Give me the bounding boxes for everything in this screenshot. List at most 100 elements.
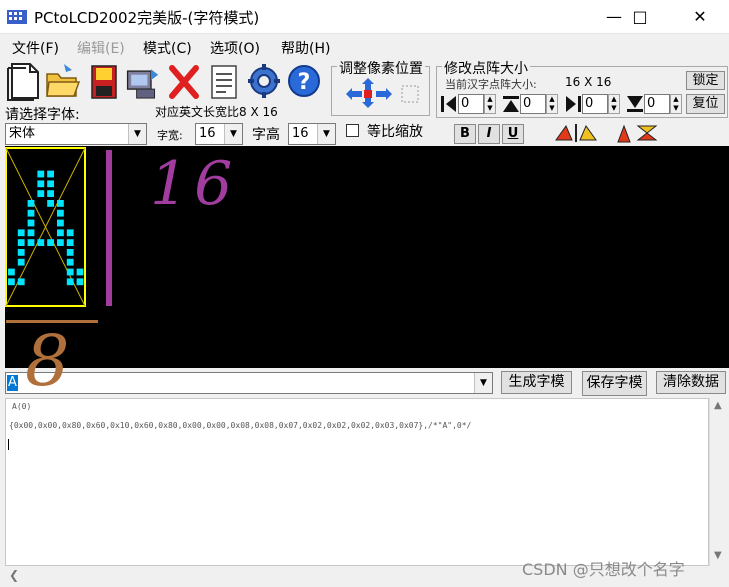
width-label: 字宽: <box>157 129 183 142</box>
spin-top-value[interactable]: 0 <box>520 94 546 114</box>
width-select[interactable]: 16 ▼ <box>195 123 243 145</box>
glyph-pixel <box>57 219 64 227</box>
height-marker-line <box>106 150 112 306</box>
chevron-down-icon[interactable]: ▼ <box>128 124 146 144</box>
shrink-left-icon[interactable] <box>440 94 458 114</box>
glyph-pixel <box>66 278 74 286</box>
output-textarea[interactable]: A(0) {0x00,0x00,0x80,0x60,0x10,0x60,0x80… <box>5 398 709 566</box>
scroll-left-icon[interactable]: ❮ <box>9 568 19 582</box>
close-button[interactable]: ✕ <box>677 0 723 34</box>
new-file-icon[interactable] <box>6 60 42 102</box>
window-title: PCtoLCD2002完美版-(字符模式) <box>34 9 260 27</box>
shrink-top-icon[interactable] <box>502 94 520 114</box>
save-as-icon[interactable] <box>124 60 160 102</box>
glyph-pixel <box>37 180 45 188</box>
save-button[interactable]: 保存字模 <box>582 371 647 396</box>
height-label: 字高 <box>252 127 280 143</box>
maximize-button[interactable]: □ <box>617 0 663 34</box>
menu-options[interactable]: 选项(O) <box>210 38 260 58</box>
glyph-pixel <box>8 268 15 276</box>
height-select[interactable]: 16 ▼ <box>288 123 336 145</box>
en-ratio-label: 对应英文长宽比 <box>155 105 240 119</box>
delete-icon[interactable] <box>166 60 202 102</box>
reset-button[interactable]: 复位 <box>686 94 725 114</box>
pixel-arrows-icon[interactable] <box>342 76 424 110</box>
spin-bottom-arrows[interactable]: ▲ ▼ <box>670 94 682 114</box>
glyph-pixel <box>66 229 74 237</box>
save-disk-icon[interactable] <box>86 60 122 102</box>
scale-checkbox-label: 等比缩放 <box>367 124 423 140</box>
glyph-pixel <box>8 278 15 286</box>
glyph-pixel <box>37 190 45 197</box>
pixel-adjust-title: 调整像素位置 <box>337 58 425 78</box>
font-select[interactable]: 宋体 ▼ <box>5 123 147 145</box>
glyph-pixel <box>27 209 35 217</box>
generate-button[interactable]: 生成字模 <box>501 371 572 394</box>
shrink-right-icon[interactable] <box>564 94 582 114</box>
scroll-down-icon[interactable]: ▼ <box>714 550 722 561</box>
chevron-down-icon[interactable]: ▼ <box>224 124 242 144</box>
dot-matrix-title: 修改点阵大小 <box>442 58 530 78</box>
glyph-pixel <box>27 200 35 207</box>
glyph-pixel <box>17 239 25 246</box>
glyph-pixel <box>27 229 35 237</box>
title-bar: PCtoLCD2002完美版-(字符模式) — □ ✕ <box>0 0 729 34</box>
font-label: 请选择字体: <box>5 107 80 123</box>
underline-button[interactable]: U <box>502 124 524 144</box>
shrink-bottom-icon[interactable] <box>626 94 644 114</box>
glyph-pixel <box>66 268 74 276</box>
scroll-up-icon[interactable]: ▲ <box>714 400 722 411</box>
clear-button[interactable]: 清除数据 <box>656 371 726 394</box>
glyph-pixel <box>37 170 45 178</box>
glyph-pixel <box>57 229 64 237</box>
spin-left-value[interactable]: 0 <box>458 94 484 114</box>
watermark: CSDN @只想改个名字 <box>522 560 685 579</box>
en-ratio-value: 8 X 16 <box>239 105 278 119</box>
settings-gear-icon[interactable] <box>246 60 282 102</box>
notepad-icon[interactable] <box>206 60 242 102</box>
menu-help[interactable]: 帮助(H) <box>281 38 330 58</box>
char-input-value: A <box>7 375 18 391</box>
vertical-scrollbar[interactable]: ▲ ▼ <box>709 398 727 566</box>
glyph-pixel <box>47 170 54 178</box>
mirror-horizontal-icon[interactable] <box>552 122 600 144</box>
glyph-preview <box>5 147 112 323</box>
glyph-pixel <box>76 268 84 276</box>
spin-right-arrows[interactable]: ▲ ▼ <box>608 94 620 114</box>
height-select-value: 16 <box>292 126 309 141</box>
svg-text:?: ? <box>298 70 311 95</box>
help-icon[interactable]: ? <box>286 60 322 102</box>
spin-bottom-value[interactable]: 0 <box>644 94 670 114</box>
glyph-pixel <box>57 200 64 207</box>
glyph-pixel <box>17 258 25 266</box>
en-ratio-display: 对应英文长宽比8 X 16 <box>155 103 278 120</box>
glyph-pixel <box>76 278 84 286</box>
spin-top-arrows[interactable]: ▲ ▼ <box>546 94 558 114</box>
glyph-pixel <box>66 258 74 266</box>
glyph-pixel <box>27 239 35 246</box>
output-line-2: {0x00,0x00,0x80,0x60,0x10,0x60,0x80,0x00… <box>9 421 472 430</box>
current-size-value: 16 X 16 <box>565 75 612 89</box>
spin-right-value[interactable]: 0 <box>582 94 608 114</box>
lock-button[interactable]: 锁定 <box>686 71 725 90</box>
width-select-value: 16 <box>199 126 216 141</box>
mirror-vertical-icon[interactable] <box>612 122 660 144</box>
menu-mode[interactable]: 模式(C) <box>143 38 192 58</box>
glyph-pixel <box>27 219 35 227</box>
spin-left-arrows[interactable]: ▲ ▼ <box>484 94 496 114</box>
bold-button[interactable]: B <box>454 124 476 144</box>
glyph-pixel <box>37 239 45 246</box>
glyph-pixel <box>17 229 25 237</box>
menu-edit[interactable]: 编辑(E) <box>77 38 125 58</box>
open-folder-icon[interactable] <box>44 60 80 102</box>
glyph-canvas[interactable]: 16 <box>5 146 729 368</box>
italic-button[interactable]: I <box>478 124 500 144</box>
chevron-down-icon[interactable]: ▼ <box>317 124 335 144</box>
scale-checkbox[interactable] <box>346 124 359 137</box>
menu-file[interactable]: 文件(F) <box>12 38 59 58</box>
glyph-pixel <box>66 249 74 256</box>
chevron-down-icon[interactable]: ▼ <box>474 373 492 393</box>
current-size-label: 当前汉字点阵大小: <box>445 78 537 91</box>
char-input[interactable]: A ▼ <box>5 372 493 394</box>
glyph-pixel <box>66 239 74 246</box>
